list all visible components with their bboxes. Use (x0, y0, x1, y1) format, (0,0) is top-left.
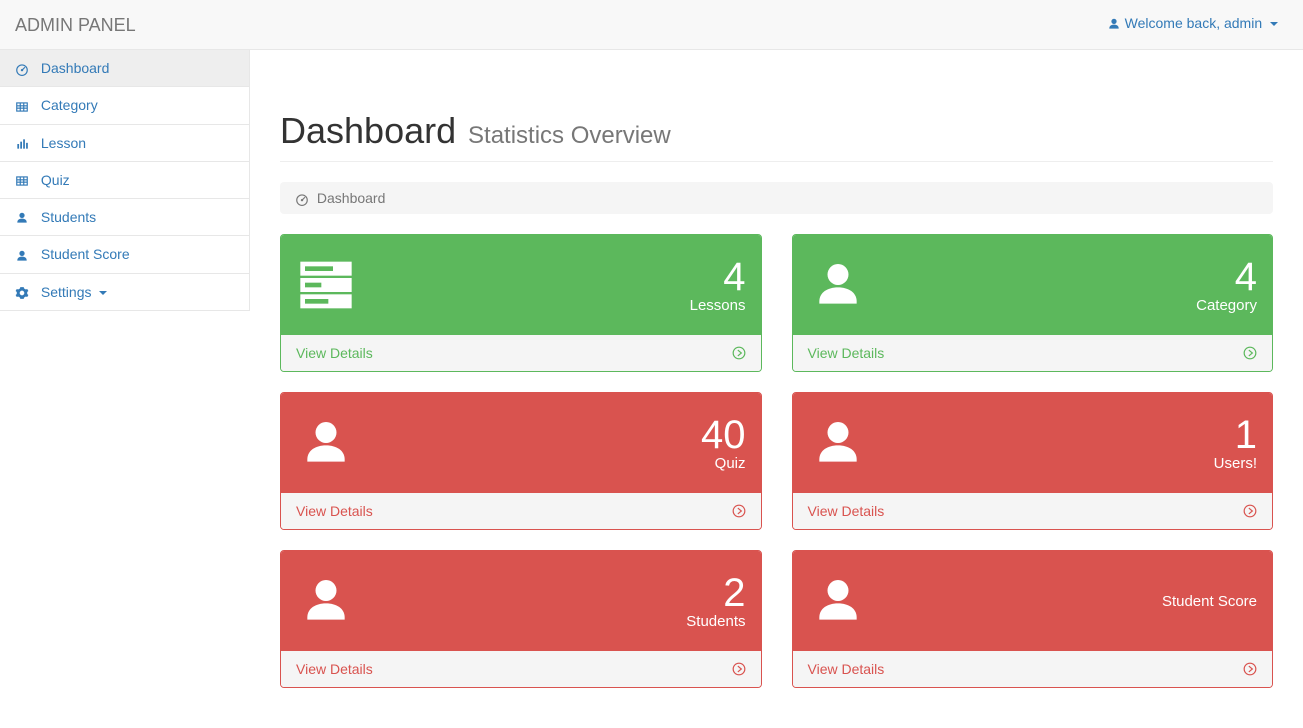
page-header: Dashboard Statistics Overview (280, 110, 1273, 162)
page-subtitle: Statistics Overview (468, 122, 671, 149)
view-details-link[interactable]: View Details (281, 335, 761, 371)
user-icon (15, 211, 31, 225)
brand[interactable]: ADMIN PANEL (0, 0, 151, 50)
arrow-right-icon (732, 346, 746, 360)
view-details-link[interactable]: View Details (281, 651, 761, 687)
sidebar-item-label: Students (41, 209, 96, 225)
user-icon (296, 415, 356, 471)
view-details-link[interactable]: View Details (793, 493, 1273, 529)
user-icon (296, 573, 356, 629)
view-details-text: View Details (808, 503, 885, 519)
page-title: Dashboard (280, 110, 456, 151)
sidebar-item-label: Student Score (41, 246, 130, 262)
card-label: Category (1196, 297, 1257, 314)
view-details-link[interactable]: View Details (793, 335, 1273, 371)
card-students: 2 Students View Details (280, 550, 762, 688)
user-icon (808, 415, 868, 471)
view-details-text: View Details (808, 345, 885, 361)
card-value: 4 (1196, 257, 1257, 297)
card-value: 2 (686, 573, 745, 613)
card-label: Users! (1214, 455, 1257, 472)
card-label: Student Score (1162, 593, 1257, 610)
card-value: 1 (1214, 415, 1257, 455)
user-icon (808, 573, 868, 629)
sidebar: Dashboard Category Lesson Quiz Students … (0, 50, 250, 311)
caret-down-icon (99, 291, 107, 295)
view-details-text: View Details (296, 345, 373, 361)
dashboard-icon (15, 62, 31, 76)
sidebar-item-student-score[interactable]: Student Score (0, 236, 249, 273)
caret-down-icon (1270, 22, 1278, 26)
card-student-score: Student Score View Details (792, 550, 1274, 688)
user-icon (808, 257, 868, 313)
view-details-link[interactable]: View Details (281, 493, 761, 529)
table-icon (15, 100, 31, 114)
table-icon (15, 174, 31, 188)
card-label: Students (686, 613, 745, 630)
breadcrumb: Dashboard (280, 182, 1273, 214)
dashboard-icon (295, 190, 309, 206)
tasks-icon (296, 257, 356, 313)
view-details-text: View Details (296, 503, 373, 519)
arrow-right-icon (732, 662, 746, 676)
sidebar-item-lesson[interactable]: Lesson (0, 125, 249, 162)
card-category: 4 Category View Details (792, 234, 1274, 372)
card-label: Lessons (690, 297, 746, 314)
view-details-text: View Details (296, 661, 373, 677)
page-wrapper: Dashboard Statistics Overview Dashboard … (250, 50, 1303, 728)
sidebar-item-students[interactable]: Students (0, 199, 249, 236)
card-quiz: 40 Quiz View Details (280, 392, 762, 530)
breadcrumb-text: Dashboard (317, 190, 386, 206)
sidebar-item-label: Settings (41, 284, 92, 300)
card-users: 1 Users! View Details (792, 392, 1274, 530)
sidebar-item-label: Lesson (41, 135, 86, 151)
user-icon (15, 249, 31, 263)
card-value: 4 (690, 257, 746, 297)
card-value: 40 (701, 415, 746, 455)
sidebar-item-settings[interactable]: Settings (0, 274, 249, 311)
sidebar-item-dashboard[interactable]: Dashboard (0, 50, 249, 87)
top-navbar: ADMIN PANEL Welcome back, admin (0, 0, 1303, 50)
bar-chart-icon (15, 137, 31, 151)
card-label: Quiz (701, 455, 746, 472)
sidebar-item-category[interactable]: Category (0, 87, 249, 124)
view-details-link[interactable]: View Details (793, 651, 1273, 687)
arrow-right-icon (1243, 662, 1257, 676)
user-icon (1107, 17, 1121, 31)
arrow-right-icon (1243, 346, 1257, 360)
arrow-right-icon (1243, 504, 1257, 518)
sidebar-item-label: Category (41, 97, 98, 113)
gear-icon (15, 286, 31, 300)
sidebar-item-label: Quiz (41, 172, 70, 188)
view-details-text: View Details (808, 661, 885, 677)
sidebar-item-quiz[interactable]: Quiz (0, 162, 249, 199)
sidebar-item-label: Dashboard (41, 60, 110, 76)
arrow-right-icon (732, 504, 746, 518)
user-menu[interactable]: Welcome back, admin (1097, 0, 1288, 46)
card-lessons: 4 Lessons View Details (280, 234, 762, 372)
welcome-text: Welcome back, admin (1125, 15, 1262, 31)
